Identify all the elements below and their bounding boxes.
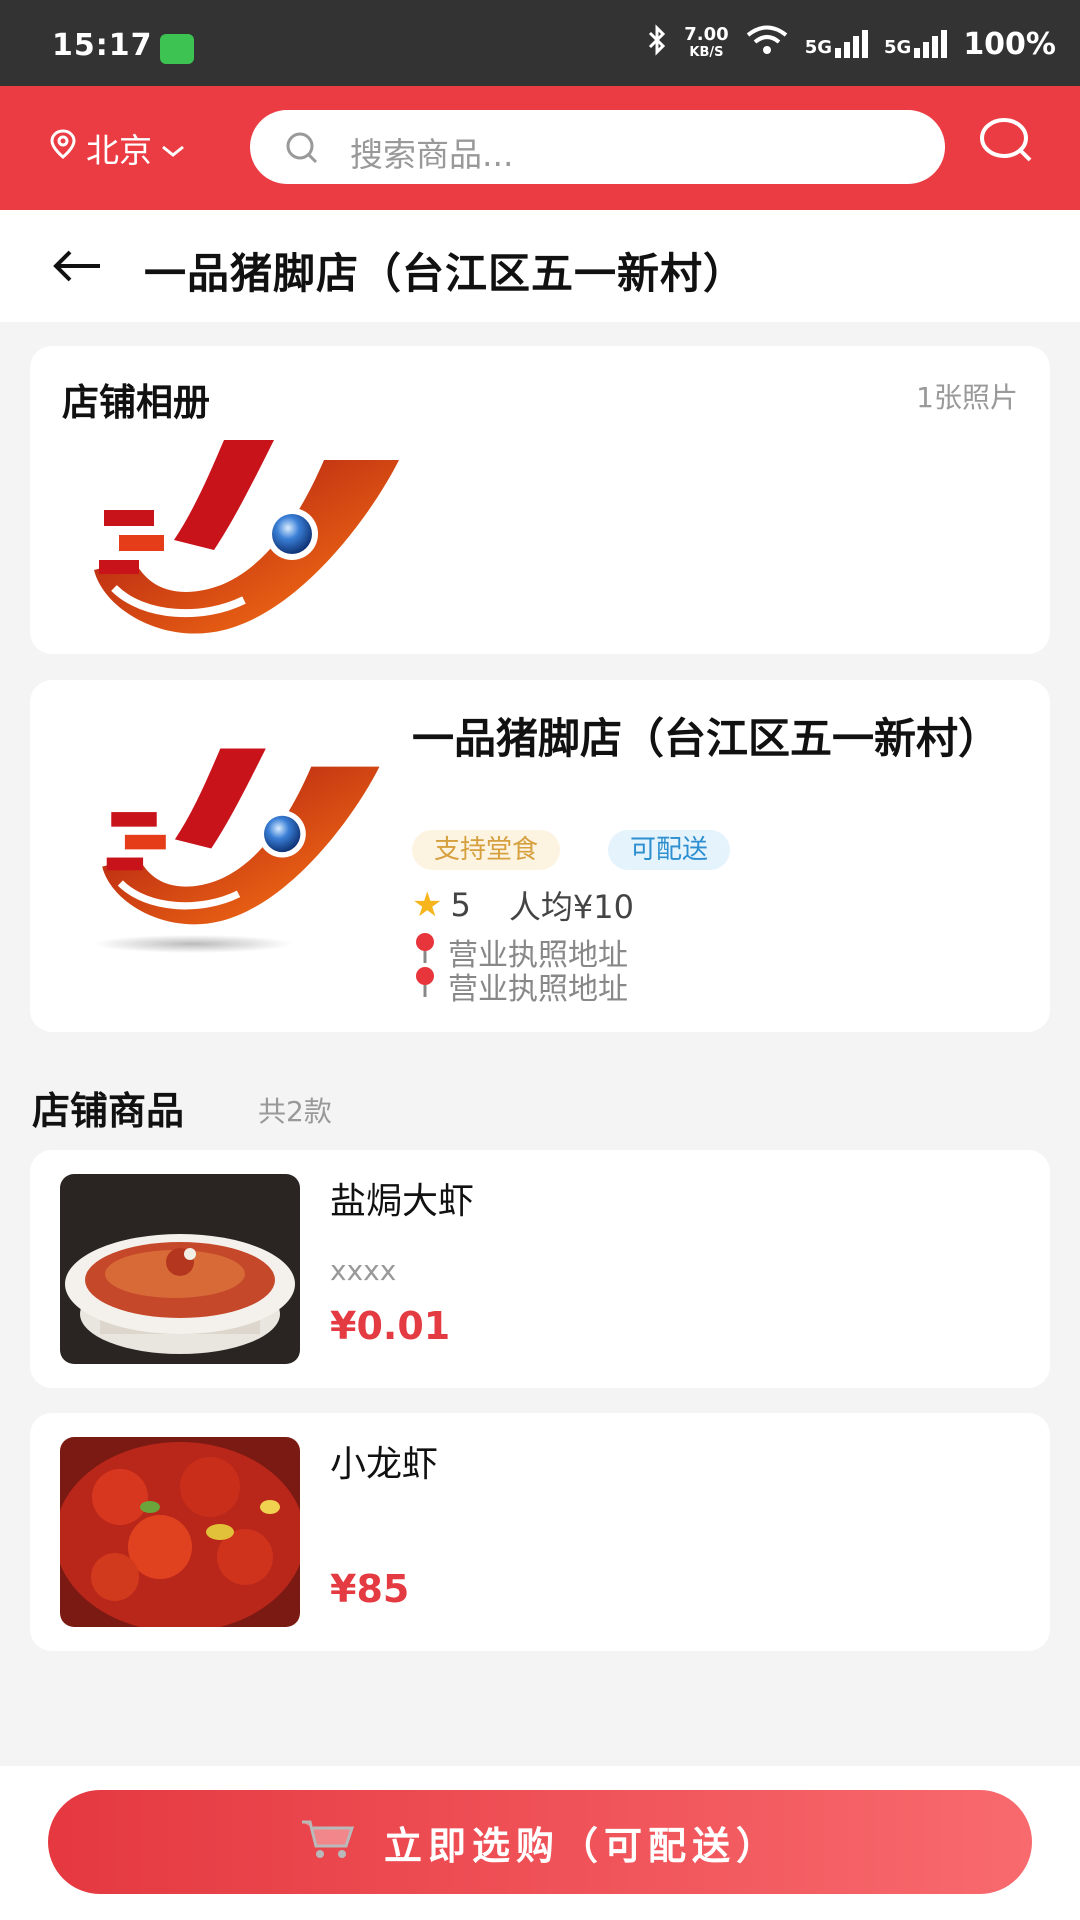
store-rating: 5 — [450, 886, 471, 924]
search-icon — [286, 132, 318, 164]
city-label: 北京 — [86, 131, 152, 170]
network-speed: 7.00 KB/S — [684, 26, 728, 62]
bottom-bar: 立即选购（可配送） — [0, 1766, 1080, 1920]
store-info-card: 一品猪脚店（台江区五一新村） 支持堂食 可配送 ★ 5 人均¥10 营业执照地址… — [30, 680, 1050, 1032]
store-address-2[interactable]: 营业执照地址 — [412, 964, 628, 1008]
status-indicators: 7.00 KB/S 5G 5G 100% — [646, 24, 1056, 64]
net1-label: 5G — [804, 37, 832, 58]
store-logo-image — [84, 738, 384, 972]
buy-now-label: 立即选购（可配送） — [383, 1823, 780, 1868]
signal-bars-icon — [835, 30, 868, 58]
battery-level: 100% — [963, 26, 1056, 62]
product-name: 盐焗大虾 — [330, 1181, 475, 1222]
product-price: ¥85 — [330, 1567, 410, 1611]
product-card[interactable]: 盐焗大虾 xxxx ¥0.01 — [30, 1150, 1050, 1388]
chevron-down-icon — [160, 129, 186, 168]
tag-dine-in: 支持堂食 — [412, 830, 561, 870]
signal-1: 5G — [805, 30, 868, 58]
address-text: 营业执照地址 — [448, 972, 628, 1007]
status-time: 15:17 — [52, 28, 153, 63]
cart-icon — [300, 1816, 356, 1869]
search-button[interactable] — [978, 116, 1034, 170]
album-title: 店铺相册 — [62, 381, 210, 424]
location-pin-icon — [48, 128, 78, 168]
buy-now-button[interactable]: 立即选购（可配送） — [48, 1790, 1032, 1894]
speed-unit: KB/S — [689, 45, 724, 60]
products-section-count: 共2款 — [258, 1095, 332, 1128]
search-icon — [980, 118, 1032, 162]
back-arrow-icon[interactable] — [50, 246, 104, 290]
products-section-title: 店铺商品 — [32, 1089, 185, 1133]
product-name: 小龙虾 — [330, 1444, 439, 1485]
net2-label: 5G — [884, 37, 912, 58]
speed-value: 7.00 — [684, 24, 729, 45]
search-input[interactable]: 搜索商品... — [250, 110, 945, 184]
store-logo-image[interactable] — [74, 440, 404, 644]
product-card[interactable]: 小龙虾 ¥85 — [30, 1413, 1050, 1651]
city-selector[interactable]: 北京 — [48, 124, 186, 172]
bluetooth-icon — [646, 24, 668, 64]
signal-2: 5G — [884, 30, 948, 58]
page-title-bar: 一品猪脚店（台江区五一新村） — [0, 210, 1080, 322]
star-icon: ★ — [412, 885, 443, 925]
tag-delivery: 可配送 — [608, 830, 731, 870]
album-count[interactable]: 1张照片 — [916, 376, 1018, 416]
page-title: 一品猪脚店（台江区五一新村） — [144, 249, 747, 298]
product-description: xxxx — [330, 1254, 397, 1287]
top-header: 北京 搜索商品... — [0, 86, 1080, 210]
store-name: 一品猪脚店（台江区五一新村） — [412, 714, 1001, 763]
map-pin-icon — [412, 966, 438, 1006]
product-image — [60, 1174, 300, 1364]
store-meta: ★ 5 人均¥10 — [412, 882, 634, 928]
search-placeholder: 搜索商品... — [350, 135, 514, 174]
message-icon — [160, 34, 194, 64]
product-image — [60, 1437, 300, 1627]
status-bar: 15:17 7.00 KB/S 5G 5G 100% — [0, 0, 1080, 86]
album-card: 店铺相册 1张照片 — [30, 346, 1050, 654]
store-avg-price: 人均¥10 — [508, 888, 634, 926]
wifi-icon — [745, 24, 789, 64]
signal-bars-icon — [914, 30, 948, 58]
product-price: ¥0.01 — [330, 1304, 451, 1348]
